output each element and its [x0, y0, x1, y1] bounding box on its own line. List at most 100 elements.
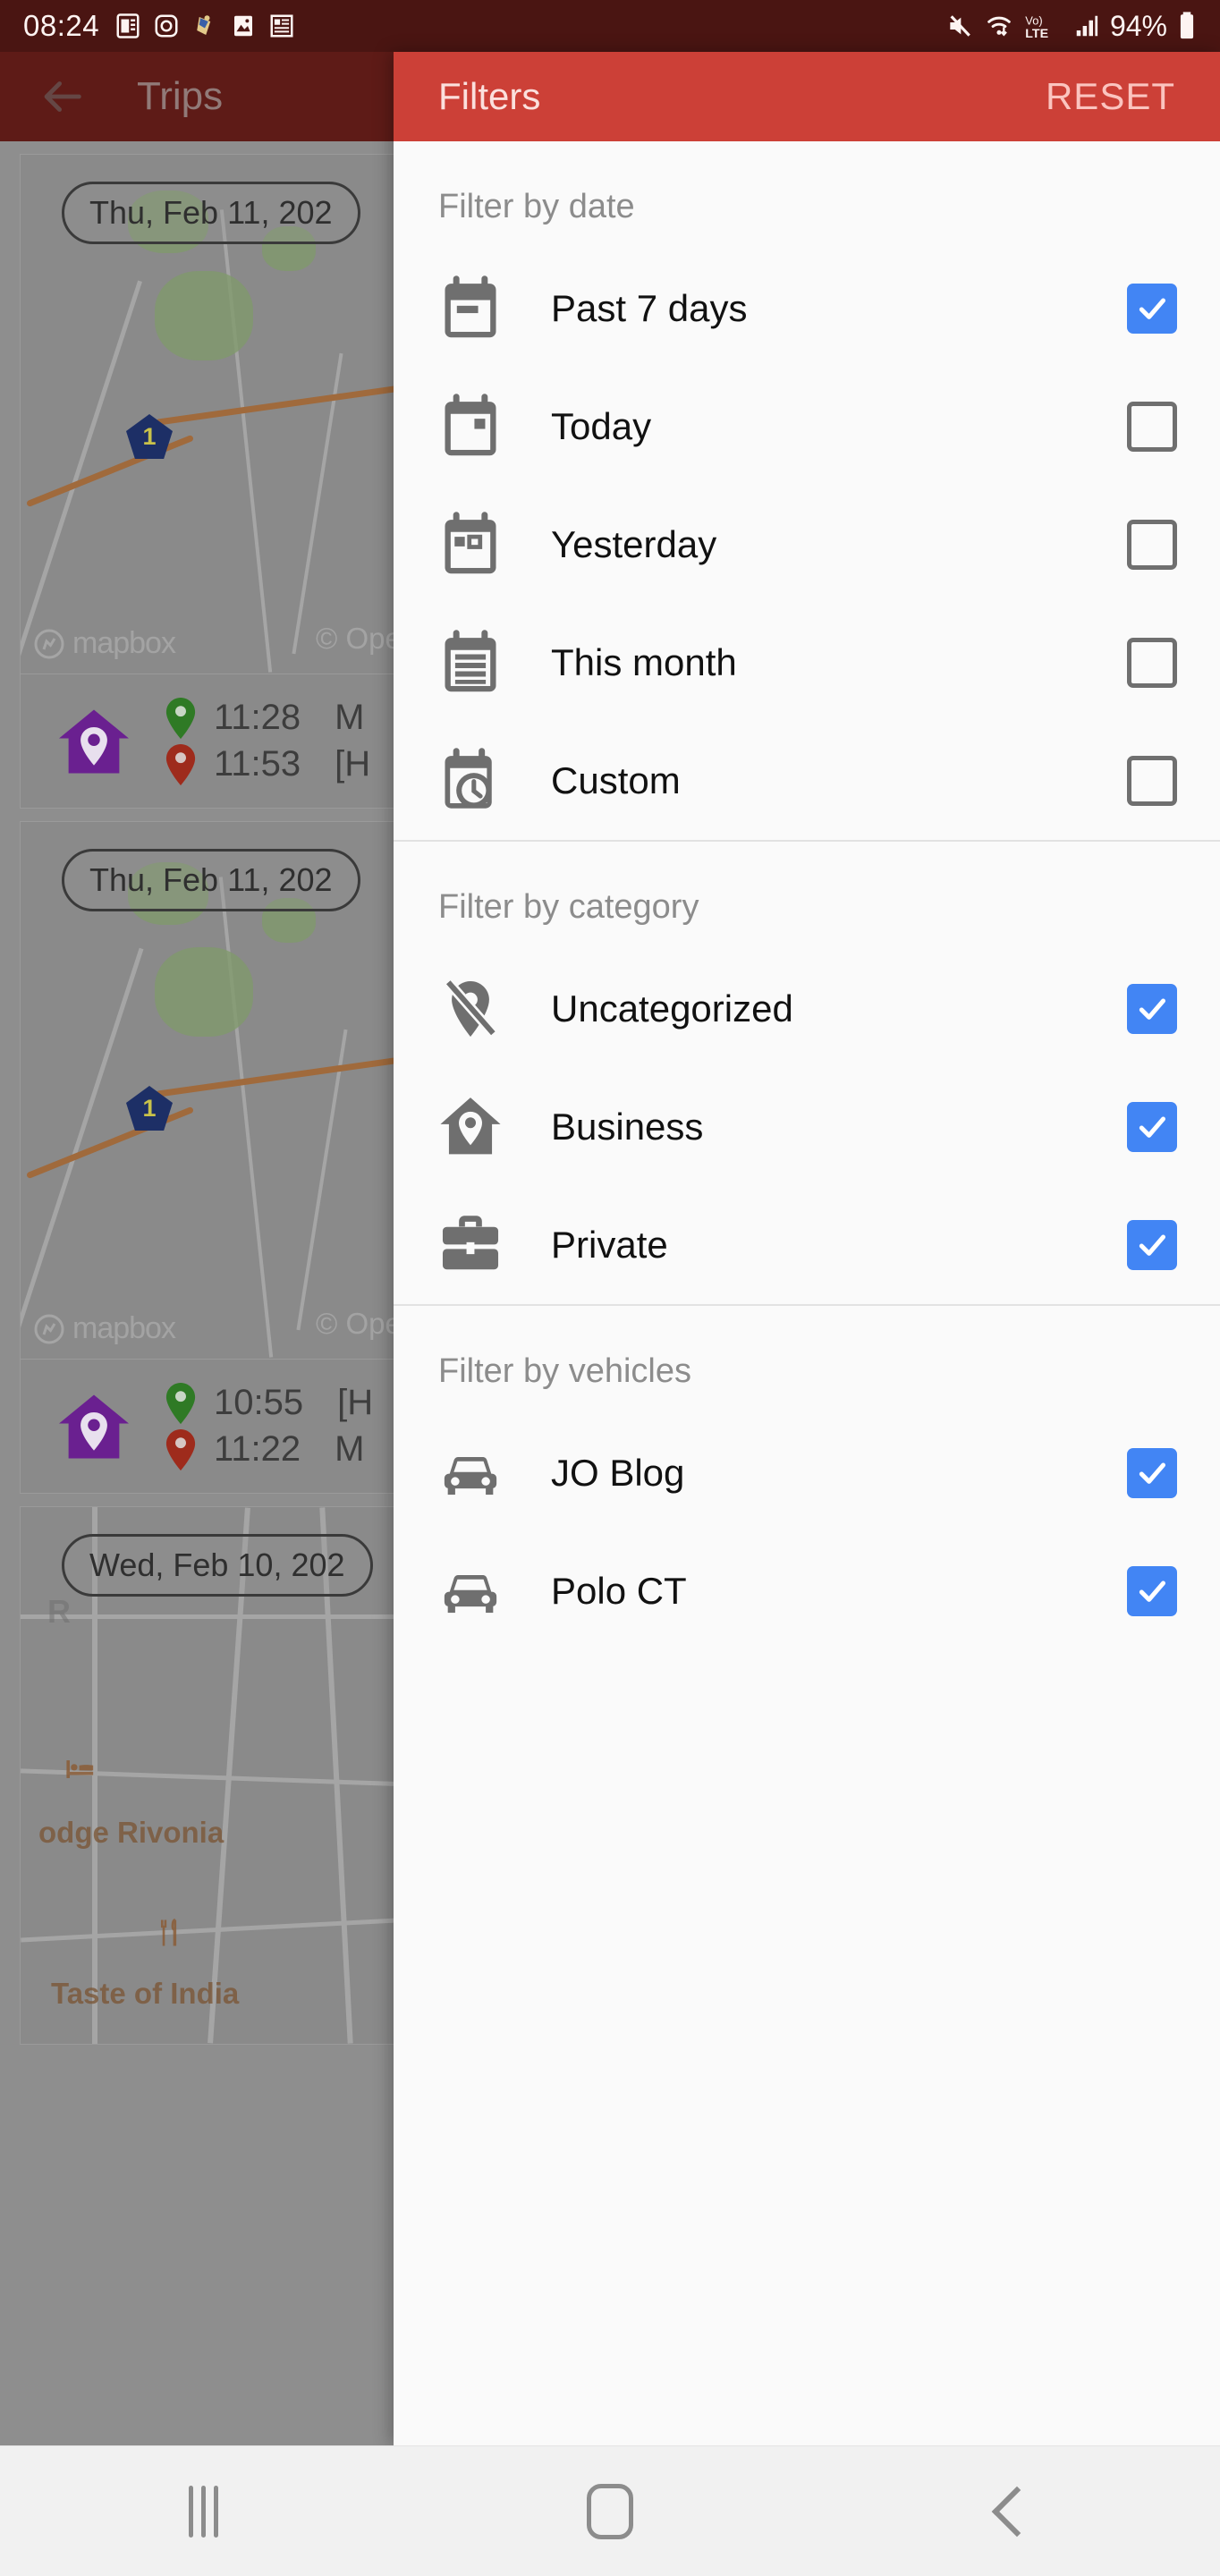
- end-pin-icon: [165, 1428, 196, 1470]
- volte-icon: Vo) LTE: [1024, 11, 1063, 41]
- filter-label-uncategorized: Uncategorized: [551, 987, 793, 1030]
- trip-start-time: 11:28: [214, 698, 301, 737]
- status-bar: 08:24 Vo) LTE 94%: [0, 0, 1220, 52]
- trip-end-row: 11:53 [H: [165, 743, 371, 785]
- wifi-icon: [984, 12, 1014, 40]
- android-navigation-bar: [0, 2445, 1220, 2576]
- filter-row-today[interactable]: Today: [394, 368, 1220, 486]
- recents-button[interactable]: [131, 2446, 275, 2576]
- checkbox-today[interactable]: [1127, 402, 1177, 452]
- filters-panel: Filters RESET Filter by date Past 7 days: [394, 52, 1220, 2445]
- home-pin-icon: [53, 1392, 135, 1462]
- filter-label-private: Private: [551, 1224, 668, 1266]
- trip-start-row: 10:55 [H: [165, 1382, 373, 1424]
- svg-text:Vo): Vo): [1025, 14, 1042, 28]
- trip-times: 10:55 [H 11:22 M: [165, 1382, 373, 1470]
- news-icon: [114, 12, 141, 40]
- hotel-icon: [65, 1756, 96, 1790]
- filter-row-business[interactable]: Business: [394, 1068, 1220, 1186]
- mapbox-attribution-label: mapbox: [72, 626, 176, 660]
- filter-label-past-7-days: Past 7 days: [551, 287, 748, 329]
- section-title-vehicles: Filter by vehicles: [438, 1352, 691, 1390]
- filter-row-private[interactable]: Private: [394, 1186, 1220, 1304]
- checkbox-past-7-days[interactable]: [1127, 284, 1177, 334]
- battery-percent-label: 94%: [1109, 9, 1167, 42]
- checkbox-private[interactable]: [1127, 1220, 1177, 1270]
- trip-start-place: M: [335, 698, 365, 737]
- trip-end-place: [H: [335, 744, 371, 784]
- restaurant-icon: [157, 1919, 183, 1954]
- checkbox-this-month[interactable]: [1127, 638, 1177, 688]
- calendar-clock-icon: [436, 747, 504, 815]
- checkbox-polo-ct[interactable]: [1127, 1566, 1177, 1616]
- filters-panel-body[interactable]: Filter by date Past 7 days Today Yesterd…: [394, 141, 1220, 2445]
- page-title: Trips: [137, 74, 224, 118]
- filter-row-custom[interactable]: Custom: [394, 722, 1220, 840]
- filter-label-polo-ct: Polo CT: [551, 1570, 687, 1612]
- map-poi-label: Taste of India: [51, 1977, 240, 2010]
- home-button[interactable]: [538, 2446, 682, 2576]
- osm-attribution-label: © Ope: [316, 1307, 402, 1340]
- briefcase-icon: [436, 1211, 504, 1279]
- sticker-icon: [191, 12, 218, 40]
- filter-label-custom: Custom: [551, 759, 681, 801]
- map-poi-label: odge Rivonia: [38, 1816, 225, 1849]
- calendar-today-icon: [436, 393, 504, 461]
- checkbox-jo-blog[interactable]: [1127, 1448, 1177, 1498]
- filter-row-this-month[interactable]: This month: [394, 604, 1220, 722]
- mapbox-attribution: mapbox: [33, 626, 176, 661]
- filter-row-jo-blog[interactable]: JO Blog: [394, 1414, 1220, 1532]
- car-icon: [436, 1439, 504, 1507]
- trip-end-time: 11:22: [214, 1429, 301, 1469]
- filters-panel-header: Filters RESET: [394, 52, 1220, 141]
- trip-date-chip: Thu, Feb 11, 202: [62, 182, 360, 244]
- trip-end-time: 11:53: [214, 744, 301, 784]
- start-pin-icon: [165, 1382, 196, 1424]
- recents-icon: [188, 2485, 218, 2538]
- filter-label-this-month: This month: [551, 641, 737, 683]
- filter-row-polo-ct[interactable]: Polo CT: [394, 1532, 1220, 1650]
- signal-icon: [1073, 12, 1100, 40]
- gallery-icon: [230, 12, 257, 40]
- section-title-date: Filter by date: [438, 188, 635, 225]
- trip-date-chip: Wed, Feb 10, 202: [62, 1534, 373, 1597]
- checkbox-yesterday[interactable]: [1127, 520, 1177, 570]
- home-pin-icon: [436, 1093, 504, 1161]
- back-button[interactable]: [945, 2446, 1089, 2576]
- trip-end-row: 11:22 M: [165, 1428, 373, 1470]
- calendar-yesterday-icon: [436, 511, 504, 579]
- checkbox-custom[interactable]: [1127, 756, 1177, 806]
- svg-text:LTE: LTE: [1025, 27, 1048, 41]
- trip-start-time: 10:55: [214, 1383, 304, 1422]
- trip-date-chip: Thu, Feb 11, 202: [62, 849, 360, 911]
- home-icon: [586, 2483, 633, 2539]
- back-icon: [991, 2486, 1042, 2537]
- back-arrow-icon[interactable]: [36, 71, 88, 123]
- mapbox-attribution: mapbox: [33, 1311, 176, 1346]
- status-bar-notification-icons: [114, 12, 295, 40]
- calendar-month-icon: [436, 629, 504, 697]
- osm-attribution-label: © Ope: [316, 622, 402, 655]
- filter-label-jo-blog: JO Blog: [551, 1452, 685, 1494]
- filter-row-uncategorized[interactable]: Uncategorized: [394, 950, 1220, 1068]
- trip-start-row: 11:28 M: [165, 697, 370, 739]
- checkbox-business[interactable]: [1127, 1102, 1177, 1152]
- filter-row-past-7-days[interactable]: Past 7 days: [394, 250, 1220, 368]
- mute-icon: [945, 12, 974, 40]
- status-bar-clock: 08:24: [23, 9, 100, 42]
- start-pin-icon: [165, 697, 196, 739]
- filters-title: Filters: [438, 75, 541, 117]
- phone-screen: 08:24 Vo) LTE 94% Trips 1 mapbox © Ope T…: [0, 0, 1220, 2576]
- section-title-category: Filter by category: [438, 888, 699, 926]
- reset-button[interactable]: RESET: [1046, 75, 1175, 118]
- filter-row-yesterday[interactable]: Yesterday: [394, 486, 1220, 604]
- home-pin-icon: [53, 707, 135, 776]
- newspaper-icon: [268, 12, 295, 40]
- filter-section-date: Filter by date Past 7 days Today Yesterd…: [394, 141, 1220, 840]
- calendar-week-icon: [436, 275, 504, 343]
- checkbox-uncategorized[interactable]: [1127, 984, 1177, 1034]
- mapbox-attribution-label: mapbox: [72, 1311, 176, 1345]
- filter-section-vehicles: Filter by vehicles JO Blog Polo CT: [394, 1304, 1220, 1650]
- trip-end-place: M: [335, 1429, 365, 1469]
- end-pin-icon: [165, 743, 196, 785]
